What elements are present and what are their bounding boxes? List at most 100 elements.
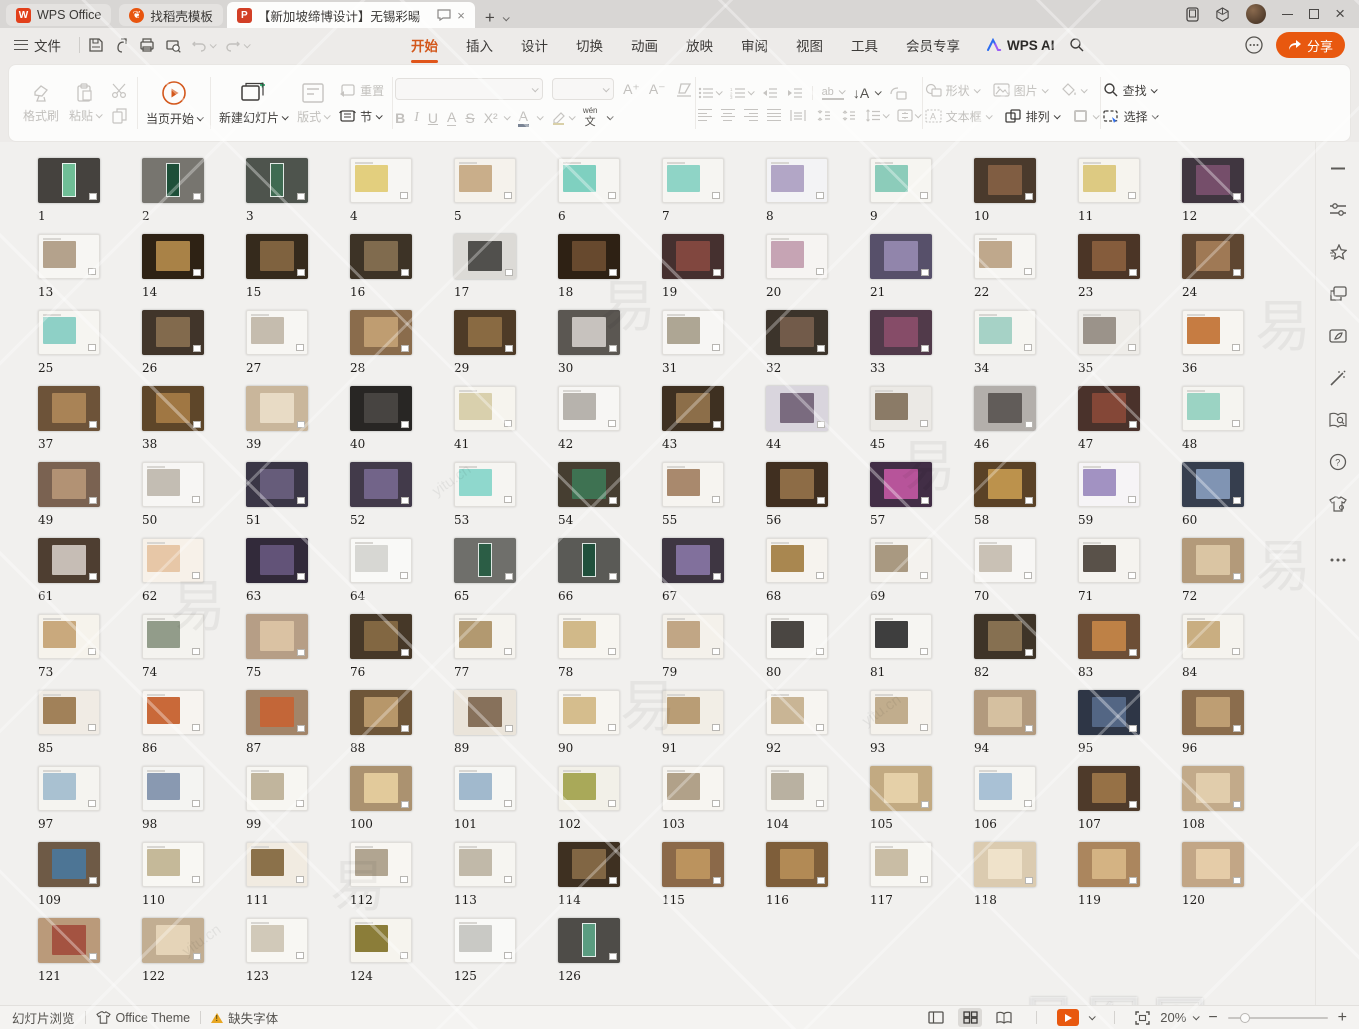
- menu-tab[interactable]: 动画: [619, 31, 670, 59]
- slide-thumbnail[interactable]: [246, 386, 308, 431]
- menu-tab[interactable]: 工具: [839, 31, 890, 59]
- slide-thumbnail[interactable]: [454, 766, 516, 811]
- slide-thumbnail[interactable]: [870, 690, 932, 735]
- slide-thumbnail[interactable]: [558, 614, 620, 659]
- slide-thumbnail[interactable]: [350, 310, 412, 355]
- tab-list-chevron-icon[interactable]: [502, 14, 509, 21]
- view-mode-label-group[interactable]: 幻灯片浏览: [12, 1008, 75, 1027]
- maximize-button[interactable]: [1309, 9, 1319, 19]
- slide-thumbnail[interactable]: [454, 158, 516, 203]
- assistant-icon[interactable]: [1244, 35, 1264, 55]
- slide-thumbnail[interactable]: [1078, 538, 1140, 583]
- slide-thumbnail[interactable]: [142, 614, 204, 659]
- missing-font-warning[interactable]: 缺失字体: [211, 1008, 278, 1027]
- slide-thumbnail[interactable]: [662, 310, 724, 355]
- tab-close-icon[interactable]: ×: [457, 8, 465, 23]
- slide-thumbnail[interactable]: [766, 310, 828, 355]
- slide-thumbnail[interactable]: [1078, 158, 1140, 203]
- slide-thumbnail[interactable]: [454, 234, 516, 279]
- slide-thumbnail[interactable]: [246, 234, 308, 279]
- slide-thumbnail[interactable]: [870, 842, 932, 887]
- slide-thumbnail[interactable]: [870, 538, 932, 583]
- slide-thumbnail[interactable]: [454, 614, 516, 659]
- slide-thumbnail[interactable]: [38, 842, 100, 887]
- slide-thumbnail[interactable]: [662, 158, 724, 203]
- tab-docer-templates[interactable]: ❦ 找稻壳模板: [119, 4, 223, 26]
- slide-thumbnail[interactable]: [246, 918, 308, 963]
- slide-thumbnail[interactable]: [1182, 614, 1244, 659]
- tab-chat-icon[interactable]: [437, 9, 451, 21]
- slide-thumbnail[interactable]: [142, 842, 204, 887]
- slide-thumbnail[interactable]: [870, 614, 932, 659]
- slide-thumbnail[interactable]: [38, 310, 100, 355]
- slide-thumbnail[interactable]: [1078, 766, 1140, 811]
- slide-thumbnail[interactable]: [662, 614, 724, 659]
- user-avatar[interactable]: [1246, 4, 1266, 24]
- slide-thumbnail[interactable]: [350, 842, 412, 887]
- slide-thumbnail[interactable]: [1078, 234, 1140, 279]
- menu-tab[interactable]: 审阅: [729, 31, 780, 59]
- slide-thumbnail[interactable]: [454, 690, 516, 735]
- slide-thumbnail[interactable]: [246, 310, 308, 355]
- slide-thumbnail[interactable]: [142, 310, 204, 355]
- slide-thumbnail[interactable]: [662, 234, 724, 279]
- collapse-icon[interactable]: [1328, 158, 1348, 178]
- slide-thumbnail[interactable]: [870, 310, 932, 355]
- slide-thumbnail[interactable]: [142, 462, 204, 507]
- slide-thumbnail[interactable]: [1078, 614, 1140, 659]
- mobile-link-icon[interactable]: [1186, 7, 1199, 22]
- slide-thumbnail[interactable]: [350, 386, 412, 431]
- menu-tab[interactable]: 开始: [399, 31, 450, 59]
- slide-thumbnail[interactable]: [558, 386, 620, 431]
- book-search-icon[interactable]: [1328, 410, 1348, 430]
- slide-thumbnail[interactable]: [1182, 766, 1244, 811]
- slide-thumbnail[interactable]: [246, 462, 308, 507]
- slide-thumbnail[interactable]: [662, 842, 724, 887]
- section-button[interactable]: 节: [339, 108, 384, 125]
- reading-view-button[interactable]: [992, 1008, 1016, 1027]
- fit-to-window-icon[interactable]: [1135, 1011, 1150, 1025]
- slide-thumbnail[interactable]: [1182, 386, 1244, 431]
- slide-thumbnail[interactable]: [1078, 386, 1140, 431]
- play-options-chevron-icon[interactable]: [1089, 1013, 1096, 1020]
- slide-thumbnail[interactable]: [558, 234, 620, 279]
- slide-thumbnail[interactable]: [1078, 462, 1140, 507]
- tab-wps-office[interactable]: W WPS Office: [6, 4, 111, 26]
- properties-icon[interactable]: [1328, 200, 1348, 220]
- slide-thumbnail[interactable]: [1182, 310, 1244, 355]
- slide-thumbnail[interactable]: [558, 462, 620, 507]
- slide-thumbnail[interactable]: [454, 386, 516, 431]
- slide-thumbnail[interactable]: [350, 766, 412, 811]
- slide-thumbnail[interactable]: [974, 538, 1036, 583]
- select-button[interactable]: 选择: [1103, 108, 1157, 125]
- slideshow-play-button[interactable]: [1057, 1009, 1079, 1026]
- slide-thumbnail[interactable]: [38, 158, 100, 203]
- menu-tab[interactable]: 会员专享: [894, 31, 972, 59]
- zoom-out-button[interactable]: −: [1208, 1009, 1217, 1027]
- slide-thumbnail[interactable]: [454, 842, 516, 887]
- slide-thumbnail[interactable]: [974, 386, 1036, 431]
- slide-thumbnail[interactable]: [38, 386, 100, 431]
- slide-thumbnail[interactable]: [766, 614, 828, 659]
- slide-thumbnail[interactable]: [870, 766, 932, 811]
- slide-thumbnail[interactable]: [246, 690, 308, 735]
- print-icon[interactable]: [139, 37, 155, 53]
- slide-thumbnail[interactable]: [142, 234, 204, 279]
- play-from-current-button[interactable]: 当页开始: [146, 71, 202, 135]
- slide-thumbnail[interactable]: [1078, 842, 1140, 887]
- slide-thumbnail[interactable]: [662, 462, 724, 507]
- slide-thumbnail[interactable]: [454, 918, 516, 963]
- slide-thumbnail[interactable]: [142, 538, 204, 583]
- slide-sorter-canvas[interactable]: 1234567891011121314151617181920212223242…: [0, 142, 1315, 1005]
- menu-tab[interactable]: 视图: [784, 31, 835, 59]
- slide-thumbnail[interactable]: [766, 690, 828, 735]
- slide-thumbnail[interactable]: [1078, 690, 1140, 735]
- slide-thumbnail[interactable]: [974, 614, 1036, 659]
- slide-thumbnail[interactable]: [38, 690, 100, 735]
- slide-thumbnail[interactable]: [38, 614, 100, 659]
- effects-star-icon[interactable]: [1328, 242, 1348, 262]
- slide-thumbnail[interactable]: [38, 538, 100, 583]
- slide-thumbnail[interactable]: [1182, 690, 1244, 735]
- slide-thumbnail[interactable]: [246, 766, 308, 811]
- docer-leaf-icon[interactable]: [1328, 326, 1348, 346]
